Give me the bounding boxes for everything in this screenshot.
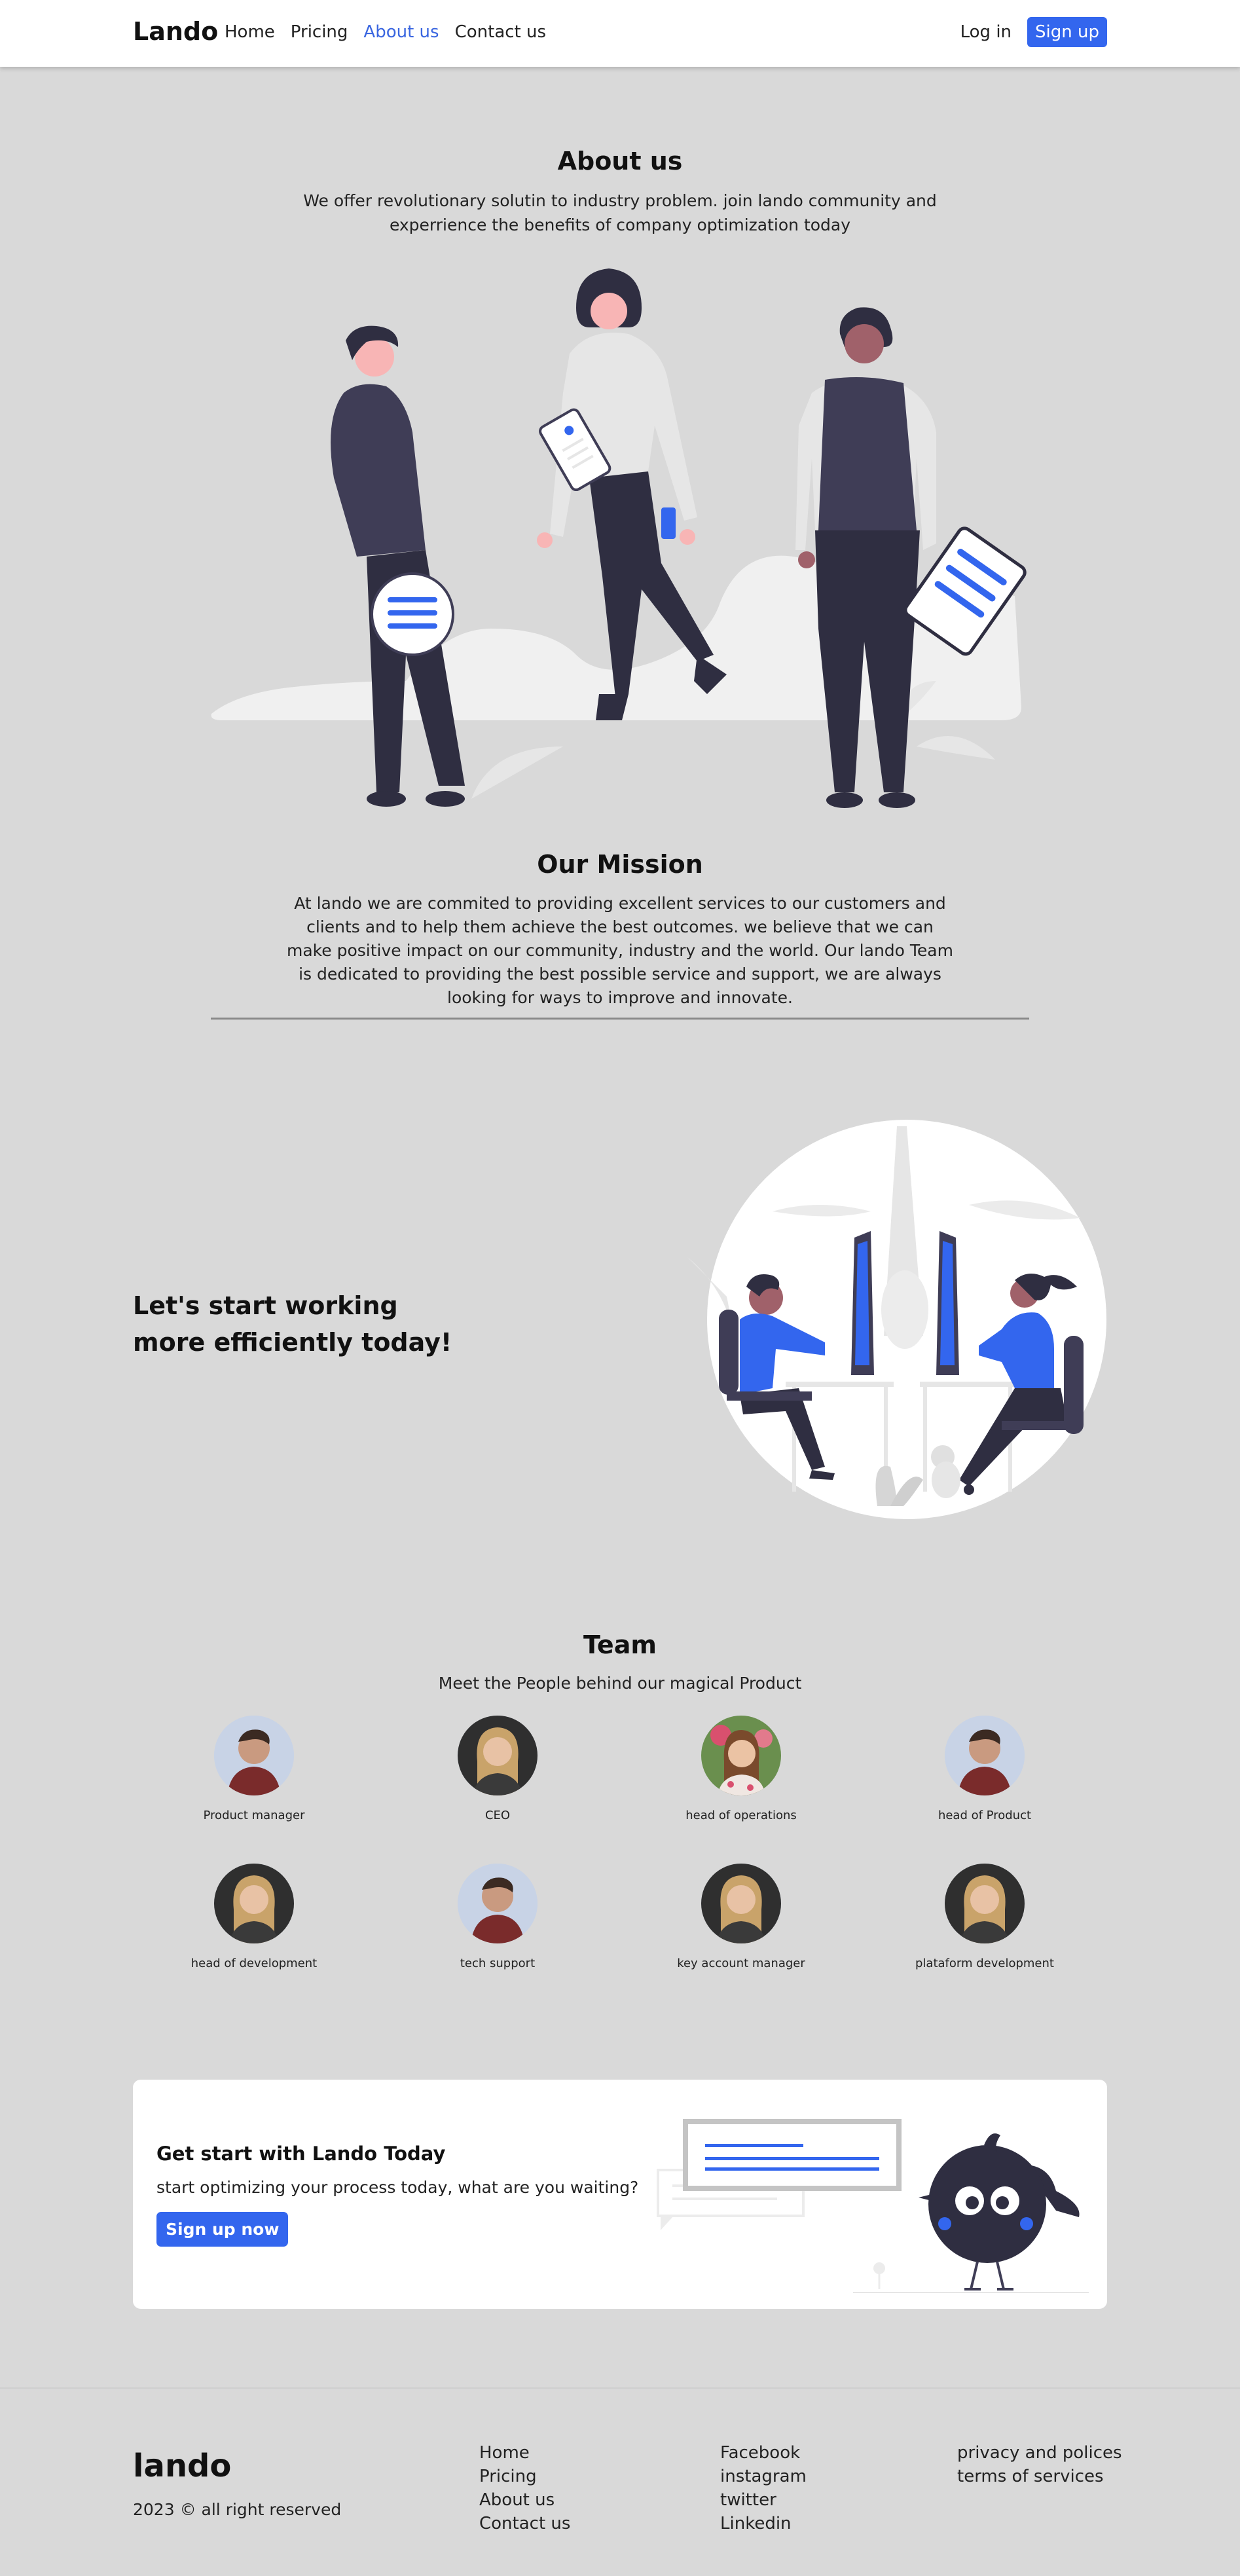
avatar (458, 1864, 538, 1943)
team-people-illustration (211, 268, 1027, 808)
cta-subtitle: start optimizing your process today, wha… (156, 2178, 639, 2197)
footer-link-privacy[interactable]: privacy and polices (957, 2444, 1122, 2462)
nav-actions: Log in Sign up (960, 17, 1107, 47)
team-subtitle: Meet the People behind our magical Produ… (438, 1674, 802, 1693)
team-title: Team (583, 1630, 657, 1659)
mission-text: At lando we are commited to providing ex… (287, 894, 953, 1007)
footer-link-linkedin[interactable]: Linkedin (720, 2514, 807, 2533)
member-role: head of development (191, 1957, 318, 1970)
nav-link-pricing[interactable]: Pricing (291, 22, 348, 42)
footer-social-links: Facebook instagram twitter Linkedin (720, 2444, 807, 2533)
about-title: About us (557, 147, 683, 175)
cta-card: Get start with Lando Today start optimiz… (133, 2080, 1107, 2309)
footer-nav-links: Home Pricing About us Contact us (479, 2444, 570, 2533)
bird-chat-illustration (657, 2119, 1089, 2293)
footer-link-twitter[interactable]: twitter (720, 2491, 807, 2509)
login-link[interactable]: Log in (960, 22, 1012, 42)
team-member-card: head of Product (886, 1716, 1083, 1822)
avatar (214, 1864, 294, 1943)
team-member-card: tech support (399, 1864, 596, 1970)
member-role: Product manager (203, 1809, 305, 1822)
member-role: head of Product (938, 1809, 1032, 1822)
footer-link-home[interactable]: Home (479, 2444, 570, 2462)
member-role: plataform development (915, 1957, 1054, 1970)
nav-link-home[interactable]: Home (225, 22, 275, 42)
footer-link-terms[interactable]: terms of services (957, 2467, 1122, 2486)
avatar (214, 1716, 294, 1795)
brand-logo[interactable]: Lando (133, 17, 218, 46)
avatar (945, 1864, 1025, 1943)
cta-title: Get start with Lando Today (156, 2143, 446, 2165)
footer-link-facebook[interactable]: Facebook (720, 2444, 807, 2462)
footer-link-contact[interactable]: Contact us (479, 2514, 570, 2533)
section-divider (211, 1018, 1029, 1020)
footer-link-instagram[interactable]: instagram (720, 2467, 807, 2486)
team-member-card: head of development (156, 1864, 352, 1970)
signup-button[interactable]: Sign up (1027, 17, 1107, 47)
nav-link-contact[interactable]: Contact us (455, 22, 546, 42)
work-title: Let's start working more efficiently tod… (133, 1291, 452, 1357)
nav-link-about[interactable]: About us (363, 22, 439, 42)
avatar (945, 1716, 1025, 1795)
team-member-card: CEO (399, 1716, 596, 1822)
avatar (701, 1716, 781, 1795)
navbar: Lando Home Pricing About us Contact us L… (0, 0, 1240, 67)
cta-signup-button[interactable]: Sign up now (156, 2212, 289, 2247)
footer-link-pricing[interactable]: Pricing (479, 2467, 570, 2486)
team-member-card: Product manager (156, 1716, 352, 1822)
mission-title: Our Mission (537, 850, 703, 879)
footer-legal-links: privacy and polices terms of services (957, 2444, 1122, 2486)
member-role: key account manager (677, 1957, 805, 1970)
avatar (458, 1716, 538, 1795)
footer-copyright: 2023 © all right reserved (133, 2500, 342, 2519)
member-role: CEO (484, 1809, 511, 1822)
about-subtitle: We offer revolutionary solutin to indust… (303, 191, 937, 234)
member-role: head of operations (685, 1809, 797, 1822)
footer-link-about[interactable]: About us (479, 2491, 570, 2509)
team-member-card: plataform development (886, 1864, 1083, 1970)
coworkers-illustration (685, 1120, 1106, 1519)
team-member-card: key account manager (643, 1864, 839, 1970)
member-role: tech support (460, 1957, 536, 1970)
avatar (701, 1864, 781, 1943)
footer-brand[interactable]: lando (133, 2448, 231, 2484)
nav-links: Home Pricing About us Contact us (225, 22, 546, 42)
team-member-card: head of operations (643, 1716, 839, 1822)
footer-divider (0, 2387, 1240, 2389)
